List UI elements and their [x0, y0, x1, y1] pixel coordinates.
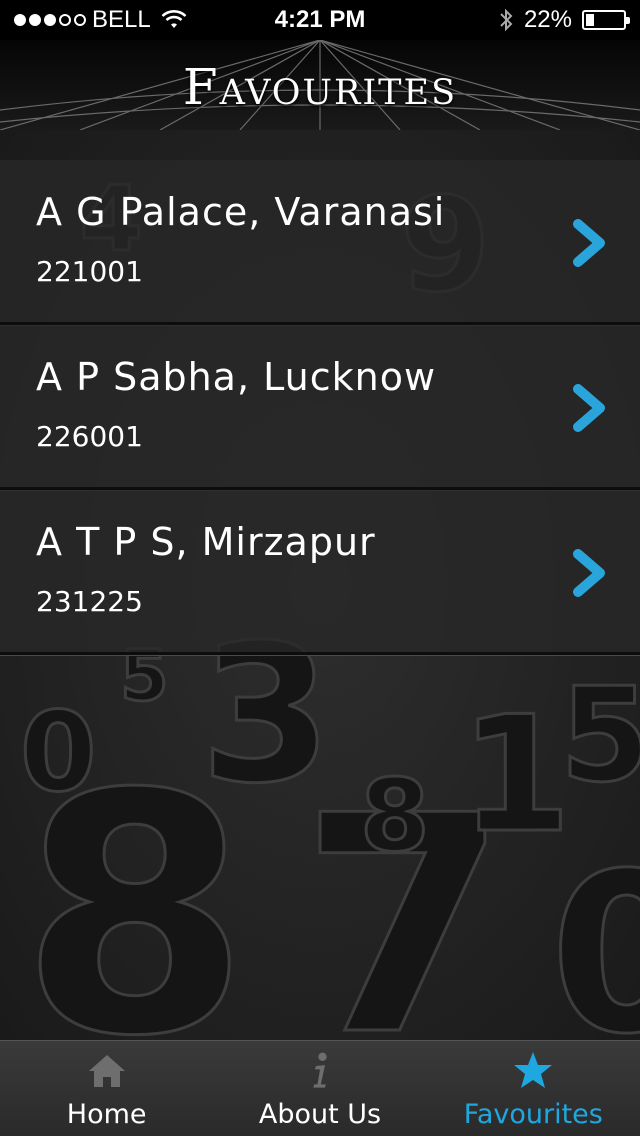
favourite-name: A P Sabha, Lucknow	[36, 355, 437, 399]
chevron-right-icon[interactable]	[570, 548, 610, 598]
chevron-right-icon[interactable]	[570, 383, 610, 433]
tab-home[interactable]: Home	[0, 1041, 213, 1136]
info-icon	[313, 1052, 327, 1088]
favourite-name: A G Palace, Varanasi	[36, 190, 446, 234]
svg-text:5: 5	[560, 659, 640, 811]
favourite-pincode: 226001	[36, 420, 143, 453]
favourite-pincode: 231225	[36, 585, 143, 618]
favourite-item[interactable]: A G Palace, Varanasi 221001	[0, 160, 640, 325]
favourite-item[interactable]: A T P S, Mirzapur 231225	[0, 490, 640, 655]
favourite-name: A T P S, Mirzapur	[36, 520, 376, 564]
page-title: Favourites	[182, 58, 458, 116]
status-right: 22%	[498, 6, 630, 34]
home-icon	[88, 1055, 125, 1087]
tab-favourites-label: Favourites	[463, 1099, 603, 1130]
bluetooth-icon	[500, 8, 513, 32]
tab-favourites[interactable]: Favourites	[427, 1041, 640, 1136]
tab-about-us-label: About Us	[258, 1099, 382, 1130]
tab-about-us[interactable]: About Us	[213, 1041, 426, 1136]
favourite-pincode: 221001	[36, 255, 143, 288]
status-bar: BELL 4:21 PM 22%	[0, 0, 640, 40]
chevron-right-icon[interactable]	[570, 218, 610, 268]
svg-text:0: 0	[20, 688, 97, 816]
favourites-list: A G Palace, Varanasi 221001 A P Sabha, L…	[0, 160, 640, 655]
svg-text:0: 0	[550, 826, 640, 1040]
battery-level	[586, 14, 594, 26]
favourite-item[interactable]: A P Sabha, Lucknow 226001	[0, 325, 640, 490]
navigation-header: Favourites	[0, 40, 640, 130]
tab-home-label: Home	[66, 1099, 147, 1130]
star-icon	[514, 1052, 553, 1088]
tab-bar: Home About Us Favourites	[0, 1040, 640, 1136]
battery-icon	[582, 10, 630, 30]
svg-text:8: 8	[360, 757, 430, 874]
battery-percentage: 22%	[523, 6, 572, 33]
